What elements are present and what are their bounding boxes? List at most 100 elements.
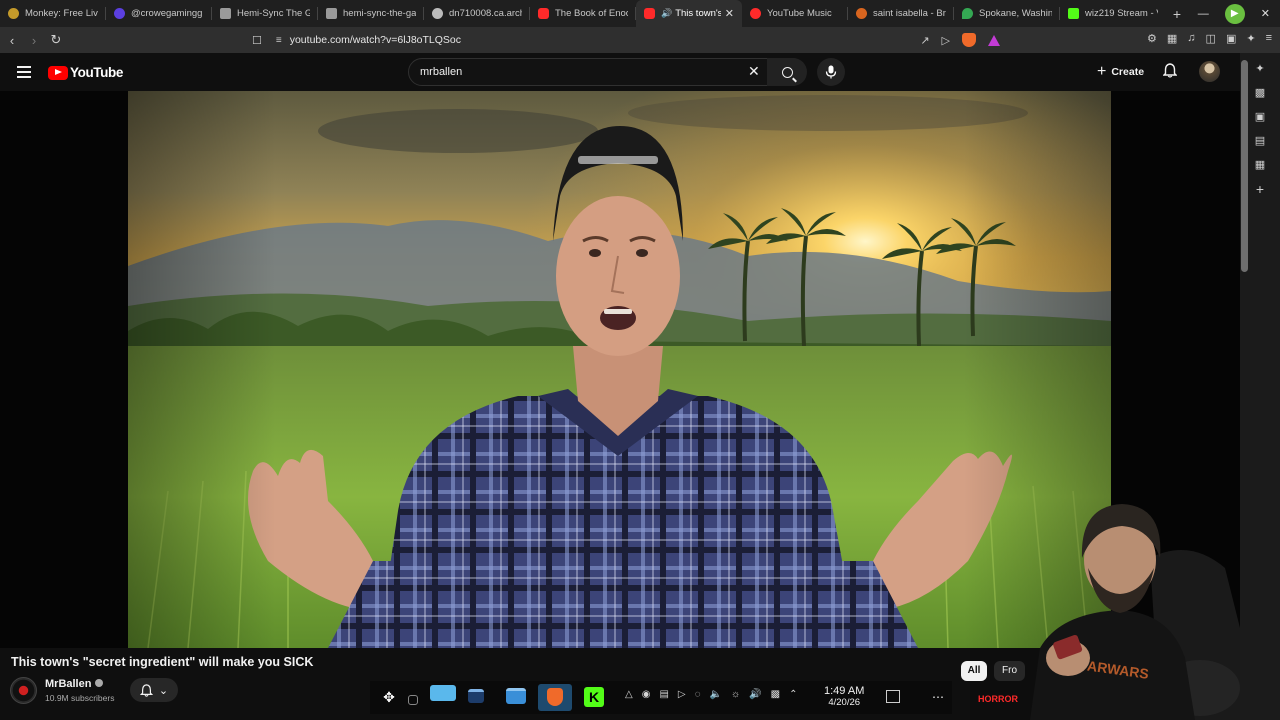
browser-tab[interactable]: dn710008.ca.arch <box>424 0 530 27</box>
reading-list-icon[interactable]: ▦ <box>1253 159 1267 171</box>
music-icon[interactable]: ♫ <box>1187 32 1195 45</box>
open-external-icon[interactable]: ↗ <box>920 34 929 47</box>
brave-profile-icon[interactable]: ▶ <box>1224 3 1245 24</box>
window-close-icon[interactable]: ✕ <box>1261 7 1270 20</box>
close-icon[interactable]: ✕ <box>748 63 760 80</box>
media-play-icon[interactable]: ▷ <box>678 689 686 700</box>
subscription-notifications-button[interactable]: ⌄ <box>130 678 178 702</box>
move-handle-icon[interactable]: ✥ <box>380 688 398 706</box>
bookmarks-icon[interactable]: ▤ <box>1253 135 1267 147</box>
tab-close-icon[interactable]: ✕ <box>725 7 734 20</box>
address-bar[interactable]: ☐ ≡ youtube.com/watch?v=6lJ8oTLQSoc ↗ ▷ <box>252 30 1000 50</box>
leo-ai-icon[interactable]: ✦ <box>1253 63 1267 75</box>
video-title: This town's "secret ingredient" will mak… <box>11 655 314 669</box>
tab-label: dn710008.ca.arch <box>449 8 522 19</box>
chip-all[interactable]: All <box>961 661 987 681</box>
browser-tab[interactable]: The Book of Enoc <box>530 0 636 27</box>
brave-rewards-icon[interactable] <box>988 34 1000 46</box>
browser-tab[interactable]: Spokane, Washin <box>954 0 1060 27</box>
reload-button[interactable]: ↻ <box>46 32 66 48</box>
browser-tab[interactable]: wiz219 Stream - V <box>1060 0 1166 27</box>
voice-search-button[interactable] <box>817 58 845 86</box>
chevron-down-icon: ⌄ <box>158 684 169 697</box>
app-window-icon[interactable] <box>468 689 484 703</box>
steam-icon[interactable]: ◉ <box>642 689 651 700</box>
forward-button[interactable]: › <box>24 33 44 48</box>
sidebar-toggle-icon[interactable]: ◫ <box>1206 32 1216 45</box>
browser-tab[interactable]: Hemi-Sync The G <box>212 0 318 27</box>
page-scrollbar[interactable] <box>1241 60 1248 272</box>
video-scene <box>128 91 1111 648</box>
taskview-icon[interactable] <box>408 695 418 705</box>
guide-menu-icon[interactable] <box>17 66 31 78</box>
youtube-header: YouTube ✕ + Create <box>0 53 1240 91</box>
kick-icon[interactable]: K <box>584 687 604 707</box>
chip-from[interactable]: Fro <box>994 661 1025 681</box>
search-input[interactable] <box>409 66 729 78</box>
app-preview-icon[interactable] <box>430 685 456 701</box>
reload-icon: ↻ <box>50 32 62 47</box>
volume-icon[interactable]: 🔈 <box>710 689 722 700</box>
more-options-icon[interactable]: ⋯ <box>932 690 945 704</box>
media-icon[interactable]: ▩ <box>1253 87 1267 99</box>
brave-shields-icon[interactable] <box>962 33 976 47</box>
tab-label: Hemi-Sync The G <box>237 8 310 19</box>
system-clock[interactable]: 1:49 AM 4/20/26 <box>824 685 865 709</box>
browser-tab[interactable]: saint isabella - Br <box>848 0 954 27</box>
system-taskbar: ✥ K △ ◉ ▤ ▷ ◌ 🔈 ☼ 🔊 ▩ ⌃ 1:49 AM 4/20/26 … <box>370 681 952 714</box>
browser-tab[interactable]: hemi-sync-the-ga <box>318 0 424 27</box>
youtube-logo[interactable]: YouTube <box>48 65 123 80</box>
tab-favicon-icon <box>538 8 549 19</box>
tab-favicon-icon <box>8 8 19 19</box>
search-icon <box>781 66 793 78</box>
clipboard-icon[interactable]: ▤ <box>659 689 668 700</box>
power-icon[interactable]: ◌ <box>695 689 701 700</box>
channel-name-text[interactable]: MrBallen <box>45 678 91 690</box>
wallet-icon[interactable]: ▣ <box>1253 111 1267 123</box>
channel-avatar[interactable] <box>10 677 37 704</box>
cast-icon[interactable]: ▷ <box>942 34 950 47</box>
notification-icon[interactable]: △ <box>625 689 633 700</box>
screenshot-icon[interactable]: ▦ <box>1167 32 1177 45</box>
minimize-icon[interactable]: — <box>1198 8 1209 20</box>
address-bar-actions: ↗ ▷ <box>920 33 1000 47</box>
extensions-icon[interactable]: ⚙ <box>1147 32 1157 45</box>
show-desktop-button[interactable] <box>886 690 900 703</box>
bookmark-icon[interactable]: ☐ <box>252 34 262 47</box>
add-panel-icon[interactable]: + <box>1253 182 1267 196</box>
menu-icon[interactable]: ≡ <box>1266 32 1272 45</box>
audio-output-icon[interactable]: 🔊 <box>749 689 761 700</box>
video-frame[interactable] <box>128 91 1111 648</box>
wallet-icon[interactable]: ▣ <box>1226 32 1236 45</box>
tab-favicon-icon <box>432 8 443 19</box>
url-text[interactable]: youtube.com/watch?v=6lJ8oTLQSoc <box>290 34 461 46</box>
brightness-icon[interactable]: ☼ <box>731 689 740 700</box>
leo-ai-icon[interactable]: ✦ <box>1246 32 1255 45</box>
channel-name[interactable]: MrBallen <box>45 678 104 690</box>
back-button[interactable]: ‹ <box>2 33 22 48</box>
tab-label: Monkey: Free Live <box>25 8 98 19</box>
clock-time: 1:49 AM <box>824 685 865 697</box>
webcam-image: STARWARS HORROR <box>970 504 1240 720</box>
browser-tab[interactable]: YouTube Music <box>742 0 848 27</box>
file-explorer-icon[interactable] <box>506 688 526 704</box>
site-info-icon[interactable]: ≡ <box>276 35 282 46</box>
window-controls: — ▶ ✕ <box>1198 0 1280 27</box>
browser-tab[interactable]: Monkey: Free Live <box>0 0 106 27</box>
youtube-logo-text: YouTube <box>70 65 123 80</box>
tab-label: @crowegamingg <box>131 8 203 19</box>
account-avatar[interactable] <box>1199 61 1220 82</box>
new-tab-button[interactable]: + <box>1166 6 1188 22</box>
audio-playing-icon[interactable]: 🔊 <box>661 8 672 19</box>
tab-favicon-icon <box>644 8 655 19</box>
create-button[interactable]: + Create <box>1089 60 1154 84</box>
tab-favicon-icon <box>220 8 231 19</box>
display-icon[interactable]: ▩ <box>771 689 780 700</box>
search-button[interactable] <box>767 58 807 86</box>
browser-tab-active[interactable]: 🔊 This town's ✕ <box>636 0 742 27</box>
chevron-up-icon[interactable]: ⌃ <box>789 689 797 700</box>
system-tray: △ ◉ ▤ ▷ ◌ 🔈 ☼ 🔊 ▩ ⌃ <box>625 689 797 700</box>
bell-icon[interactable] <box>1163 63 1177 78</box>
create-label: Create <box>1111 66 1145 78</box>
browser-tab[interactable]: @crowegamingg <box>106 0 212 27</box>
